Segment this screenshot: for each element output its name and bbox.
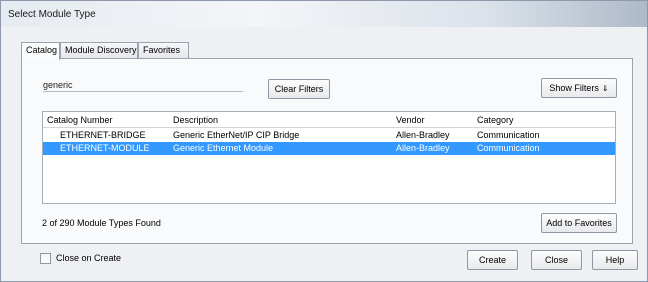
close-on-create-label[interactable]: Close on Create — [56, 253, 121, 263]
cell-vendor: Allen-Bradley — [396, 130, 450, 140]
table-row[interactable]: ETHERNET-BRIDGE Generic EtherNet/IP CIP … — [43, 129, 615, 142]
close-button[interactable]: Close — [531, 250, 582, 270]
table-row-selected[interactable]: ETHERNET-MODULE Generic Ethernet Module … — [43, 142, 615, 155]
tab-catalog[interactable]: Catalog — [21, 42, 60, 60]
title-bar[interactable]: Select Module Type — [1, 1, 647, 27]
cell-catalog-number: ETHERNET-MODULE — [60, 143, 150, 153]
module-count-status: 2 of 290 Module Types Found — [42, 218, 161, 228]
tab-module-discovery[interactable]: Module Discovery — [60, 42, 138, 59]
clear-filters-button[interactable]: Clear Filters — [268, 79, 330, 99]
cell-category: Communication — [477, 130, 540, 140]
double-chevron-down-icon: ⇓ — [601, 84, 609, 93]
add-to-favorites-button[interactable]: Add to Favorites — [541, 213, 617, 233]
cell-category: Communication — [477, 143, 540, 153]
show-filters-label: Show Filters — [549, 83, 599, 93]
cell-catalog-number: ETHERNET-BRIDGE — [60, 130, 146, 140]
show-filters-button[interactable]: Show Filters ⇓ — [541, 78, 617, 98]
column-header-description[interactable]: Description — [173, 112, 218, 128]
close-on-create-checkbox[interactable] — [40, 253, 51, 264]
clear-filters-label: Clear Filters — [274, 84, 324, 94]
create-button[interactable]: Create — [467, 250, 518, 270]
module-table[interactable]: Catalog Number Description Vendor Catego… — [42, 111, 616, 204]
cell-description: Generic EtherNet/IP CIP Bridge — [173, 130, 300, 140]
add-to-favorites-label: Add to Favorites — [546, 218, 612, 228]
table-header: Catalog Number Description Vendor Catego… — [43, 112, 615, 128]
column-header-category[interactable]: Category — [477, 112, 514, 128]
create-label: Create — [478, 255, 506, 265]
help-button[interactable]: Help — [592, 250, 638, 270]
column-header-vendor[interactable]: Vendor — [396, 112, 425, 128]
tab-favorites[interactable]: Favorites — [138, 42, 189, 59]
help-label: Help — [605, 255, 625, 265]
column-header-catalog-number[interactable]: Catalog Number — [47, 112, 113, 128]
cell-description: Generic Ethernet Module — [173, 143, 274, 153]
close-label: Close — [544, 255, 568, 265]
cell-vendor: Allen-Bradley — [396, 143, 450, 153]
window-title: Select Module Type — [8, 9, 96, 20]
search-input[interactable] — [43, 78, 243, 92]
